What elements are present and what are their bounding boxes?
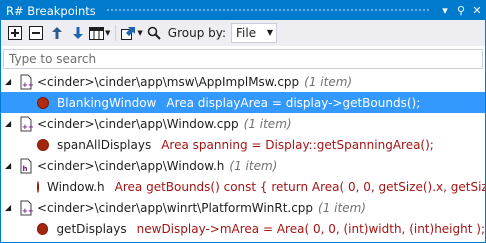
file-path: <cinder>\cinder\app\msw\AppImplMsw.cpp <box>37 74 300 89</box>
window-menu-dropdown-icon[interactable]: ▾ <box>437 1 453 20</box>
file-group-row[interactable]: ◢ ++ <cinder>\cinder\app\Window.cpp (1 i… <box>1 113 485 134</box>
item-count: (1 item) <box>243 116 292 131</box>
collapse-triangle-icon[interactable]: ◢ <box>5 77 15 86</box>
breakpoint-member: Window.h <box>47 179 105 194</box>
move-down-icon[interactable] <box>68 22 88 44</box>
file-group-row[interactable]: ◢ ++ <cinder>\cinder\app\msw\AppImplMsw.… <box>1 71 485 92</box>
breakpoint-row[interactable]: BlankingWindow Area displayArea = displa… <box>1 92 485 113</box>
enable-all-icon[interactable] <box>5 22 25 44</box>
breakpoint-member: getDisplays <box>56 221 127 236</box>
chevron-down-icon: ▼ <box>266 28 274 37</box>
svg-text:h: h <box>23 165 28 173</box>
breakpoint-member: BlankingWindow <box>57 95 157 110</box>
cpp-file-icon: ++ <box>18 116 34 132</box>
window-title: R# Breakpoints <box>6 3 96 18</box>
file-group-row[interactable]: ◢ h <cinder>\cinder\app\Window.h (1 item… <box>1 155 485 176</box>
breakpoint-row[interactable]: Window.h Area getBounds() const { return… <box>1 176 485 197</box>
breakpoint-code: Area getBounds() const { return Area( 0,… <box>114 179 485 194</box>
item-count: (1 item) <box>229 158 278 173</box>
close-icon[interactable]: ✕ <box>469 1 485 20</box>
item-count: (1 item) <box>318 200 366 215</box>
breakpoint-code: Area spanning = Display::getSpanningArea… <box>161 137 434 152</box>
file-group-row[interactable]: ◢ ++ <cinder>\cinder\app\winrt\PlatformW… <box>1 197 485 218</box>
breakpoint-row[interactable]: getDisplays newDisplay->mArea = Area( 0,… <box>1 218 485 239</box>
breakpoint-icon[interactable] <box>37 138 49 151</box>
search-box[interactable] <box>3 49 483 69</box>
breakpoint-member: spanAllDisplays <box>57 137 152 152</box>
export-icon[interactable]: ▼ <box>121 22 143 44</box>
breakpoint-icon[interactable] <box>37 96 49 109</box>
cpp-file-icon: ++ <box>18 200 34 216</box>
group-by-label: Group by: <box>167 26 227 40</box>
svg-text:++: ++ <box>22 81 34 89</box>
title-grip[interactable] <box>105 8 429 13</box>
file-path: <cinder>\cinder\app\winrt\PlatformWinRt.… <box>37 200 314 215</box>
breakpoint-icon[interactable] <box>37 222 49 235</box>
header-file-icon: h <box>18 158 34 174</box>
collapse-triangle-icon[interactable]: ◢ <box>5 161 15 170</box>
export-dropdown-icon[interactable]: ▼ <box>137 29 142 37</box>
cpp-file-icon: ++ <box>18 74 34 90</box>
toolbar: ▼ ▼ Group by: File ▼ <box>1 20 485 46</box>
group-by-value: File <box>236 26 257 40</box>
breakpoints-tree: ◢ ++ <cinder>\cinder\app\msw\AppImplMsw.… <box>1 71 485 239</box>
breakpoint-code: newDisplay->mArea = Area( 0, 0, (int)wid… <box>136 221 485 236</box>
breakpoint-code: Area displayArea = display->getBounds(); <box>166 95 421 110</box>
collapse-triangle-icon[interactable]: ◢ <box>5 203 15 212</box>
item-count: (1 item) <box>304 74 353 89</box>
columns-icon[interactable]: ▼ <box>89 22 110 44</box>
title-bar[interactable]: R# Breakpoints ▾ ⚲ ✕ <box>1 1 485 20</box>
toolbar-separator <box>115 25 117 41</box>
search-input[interactable] <box>9 52 482 66</box>
disable-all-icon[interactable] <box>26 22 46 44</box>
breakpoint-row[interactable]: spanAllDisplays Area spanning = Display:… <box>1 134 485 155</box>
search-options-icon[interactable] <box>144 22 164 44</box>
file-path: <cinder>\cinder\app\Window.h <box>37 158 225 173</box>
pin-icon[interactable]: ⚲ <box>453 1 469 20</box>
collapse-triangle-icon[interactable]: ◢ <box>5 119 15 128</box>
svg-text:++: ++ <box>22 123 34 131</box>
file-path: <cinder>\cinder\app\Window.cpp <box>37 116 239 131</box>
breakpoint-icon[interactable] <box>37 180 39 193</box>
group-by-select[interactable]: File ▼ <box>231 23 278 43</box>
breakpoints-tool-window: R# Breakpoints ▾ ⚲ ✕ ▼ ▼ Group by: File … <box>0 0 486 243</box>
svg-text:++: ++ <box>22 207 34 215</box>
columns-dropdown-icon[interactable]: ▼ <box>105 29 110 37</box>
move-up-icon[interactable] <box>47 22 67 44</box>
